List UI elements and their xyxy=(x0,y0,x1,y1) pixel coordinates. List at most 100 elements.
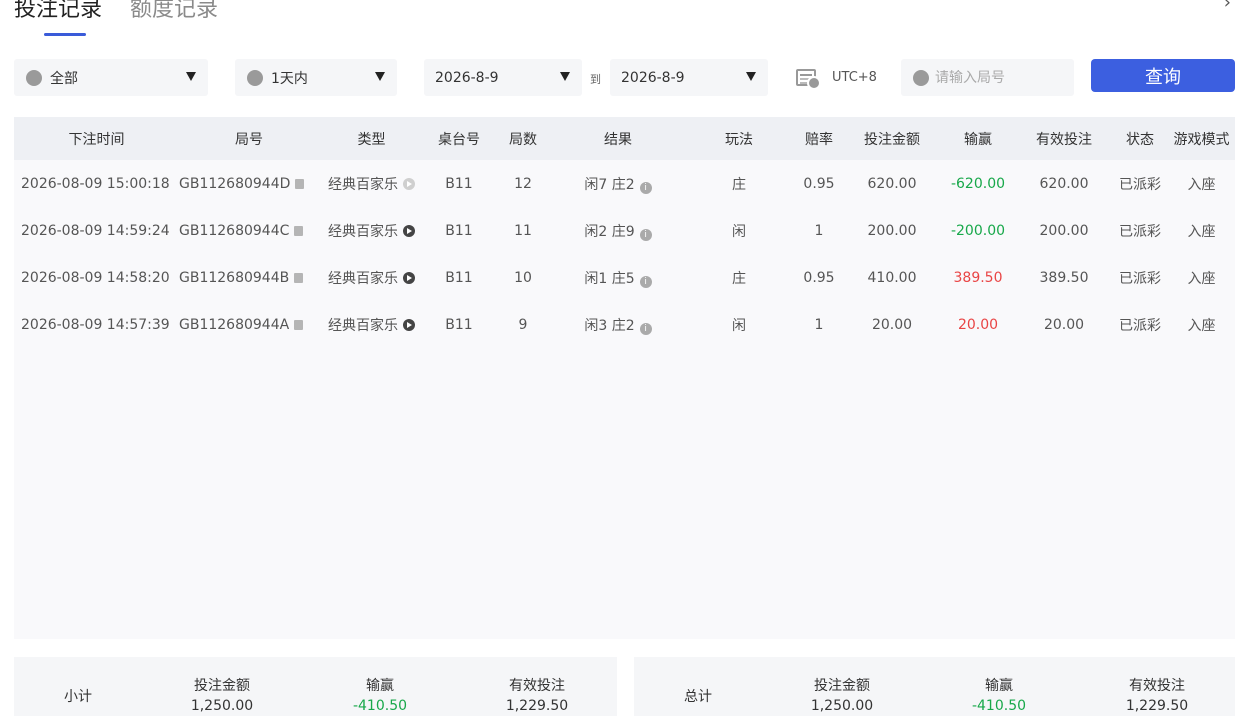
col-header: 赔率 xyxy=(805,131,833,148)
table-header-row: 下注时间 局号 类型 桌台号 局数 结果 玩法 赔率 投注金额 输赢 有效投注 … xyxy=(14,117,1235,160)
total-label: 总计 xyxy=(684,689,712,705)
play-replay-icon[interactable] xyxy=(403,224,415,237)
info-icon[interactable]: i xyxy=(639,228,652,241)
round-cell: GB112680944B xyxy=(179,254,319,301)
bet-time: 2026-08-09 14:57:39 xyxy=(21,316,170,333)
odds: 1 xyxy=(814,222,824,239)
round-cell: GB112680944A xyxy=(179,301,319,348)
round-count: 11 xyxy=(514,222,532,239)
round-count: 12 xyxy=(514,175,532,192)
round-search-input[interactable] xyxy=(935,69,1065,86)
col-header: 有效投注 xyxy=(1036,131,1092,148)
copy-icon[interactable] xyxy=(294,272,304,283)
table-no: B11 xyxy=(445,269,473,286)
result-cell: 闲2 庄9 i xyxy=(552,207,684,254)
total-winloss: 输赢 -410.50 xyxy=(939,676,1059,716)
table-no: B11 xyxy=(445,222,473,239)
play-replay-icon[interactable] xyxy=(403,177,415,190)
copy-icon[interactable] xyxy=(295,178,305,189)
subtotal-winloss-value: -410.50 xyxy=(352,698,408,714)
round-count: 10 xyxy=(514,269,532,286)
subtotal-winloss: 输赢 -410.50 xyxy=(320,676,440,716)
range-select[interactable]: 1天内 xyxy=(235,59,397,96)
result-text: 闲2 庄9 xyxy=(584,223,635,240)
subtotal-valid-label: 有效投注 xyxy=(509,678,565,694)
filter-bar: 全部 1天内 2026-8-9 到 2026-8-9 UTC+8 查询 xyxy=(14,59,1235,97)
game-mode: 入座 xyxy=(1187,270,1216,287)
query-button[interactable]: 查询 xyxy=(1091,59,1235,92)
bet-amount: 200.00 xyxy=(867,222,917,239)
game-mode: 入座 xyxy=(1187,223,1216,240)
round-id: GB112680944A xyxy=(179,316,290,333)
total-amount-value: 1,250.00 xyxy=(810,698,874,714)
total-panel: 总计 投注金额 1,250.00 输赢 -410.50 有效投注 1,229.5… xyxy=(634,657,1235,716)
table-row: 2026-08-09 15:00:18 GB112680944D 经典百家乐 B… xyxy=(14,160,1235,207)
round-id: GB112680944B xyxy=(179,269,290,286)
date-to-select[interactable]: 2026-8-9 xyxy=(610,59,768,96)
round-cell: GB112680944C xyxy=(179,207,319,254)
play-replay-icon[interactable] xyxy=(403,271,415,284)
range-select-value: 1天内 xyxy=(271,70,308,87)
bet-amount: 410.00 xyxy=(867,269,917,286)
date-to-label: 到 xyxy=(590,73,601,86)
subtotal-winloss-label: 输赢 xyxy=(366,678,394,694)
odds: 0.95 xyxy=(803,175,835,192)
game-type: 经典百家乐 xyxy=(328,223,398,240)
game-select[interactable]: 全部 xyxy=(14,59,208,96)
bet-time: 2026-08-09 15:00:18 xyxy=(21,175,170,192)
chevron-down-icon xyxy=(560,72,570,81)
play-replay-icon[interactable] xyxy=(403,318,415,331)
round-id: GB112680944C xyxy=(179,222,290,239)
type-cell: 经典百家乐 xyxy=(319,207,424,254)
result-cell: 闲1 庄5 i xyxy=(552,254,684,301)
col-header: 下注时间 xyxy=(68,131,125,148)
valid-bet: 620.00 xyxy=(1039,175,1089,192)
odds: 1 xyxy=(814,316,824,333)
close-icon[interactable]: › xyxy=(1224,0,1231,13)
result-text: 闲3 庄2 xyxy=(584,317,635,334)
result-cell: 闲3 庄2 i xyxy=(552,301,684,348)
status: 已派彩 xyxy=(1119,176,1161,193)
win-loss: 389.50 xyxy=(953,269,1003,286)
col-header: 玩法 xyxy=(725,131,753,148)
play-type: 闲 xyxy=(732,317,746,334)
win-loss: -620.00 xyxy=(950,175,1006,192)
round-count: 9 xyxy=(518,316,528,333)
col-header: 状态 xyxy=(1126,131,1154,148)
play-type: 庄 xyxy=(732,176,746,193)
col-header: 桌台号 xyxy=(438,131,480,148)
subtotal-valid: 有效投注 1,229.50 xyxy=(477,676,597,716)
total-amount-label: 投注金额 xyxy=(814,678,870,694)
calendar-icon[interactable] xyxy=(796,69,821,90)
tab-bet-records[interactable]: 投注记录 xyxy=(14,0,102,36)
game-mode: 入座 xyxy=(1187,317,1216,334)
info-icon[interactable]: i xyxy=(639,275,652,288)
round-search[interactable] xyxy=(901,59,1074,96)
col-header: 输赢 xyxy=(964,131,992,148)
col-header: 游戏模式 xyxy=(1173,131,1230,148)
copy-icon[interactable] xyxy=(294,225,304,236)
search-icon xyxy=(913,69,929,86)
game-type: 经典百家乐 xyxy=(328,270,398,287)
records-table: 下注时间 局号 类型 桌台号 局数 结果 玩法 赔率 投注金额 输赢 有效投注 … xyxy=(14,117,1235,639)
tab-credit-records[interactable]: 额度记录 xyxy=(130,0,218,34)
total-winloss-value: -410.50 xyxy=(971,698,1027,714)
info-icon[interactable]: i xyxy=(639,322,652,335)
timezone-label: UTC+8 xyxy=(832,70,877,85)
game-mode: 入座 xyxy=(1187,176,1216,193)
valid-bet: 20.00 xyxy=(1043,316,1085,333)
game-type: 经典百家乐 xyxy=(328,176,398,193)
valid-bet: 389.50 xyxy=(1039,269,1089,286)
info-icon[interactable]: i xyxy=(639,181,652,194)
copy-icon[interactable] xyxy=(294,319,304,330)
bet-amount: 20.00 xyxy=(871,316,913,333)
bet-amount: 620.00 xyxy=(867,175,917,192)
odds: 0.95 xyxy=(803,269,835,286)
subtotal-amount-value: 1,250.00 xyxy=(190,698,254,714)
col-header: 结果 xyxy=(604,131,632,148)
date-from-select[interactable]: 2026-8-9 xyxy=(424,59,582,96)
total-valid-label: 有效投注 xyxy=(1129,678,1185,694)
table-row: 2026-08-09 14:58:20 GB112680944B 经典百家乐 B… xyxy=(14,254,1235,301)
clock-icon xyxy=(247,69,263,86)
valid-bet: 200.00 xyxy=(1039,222,1089,239)
